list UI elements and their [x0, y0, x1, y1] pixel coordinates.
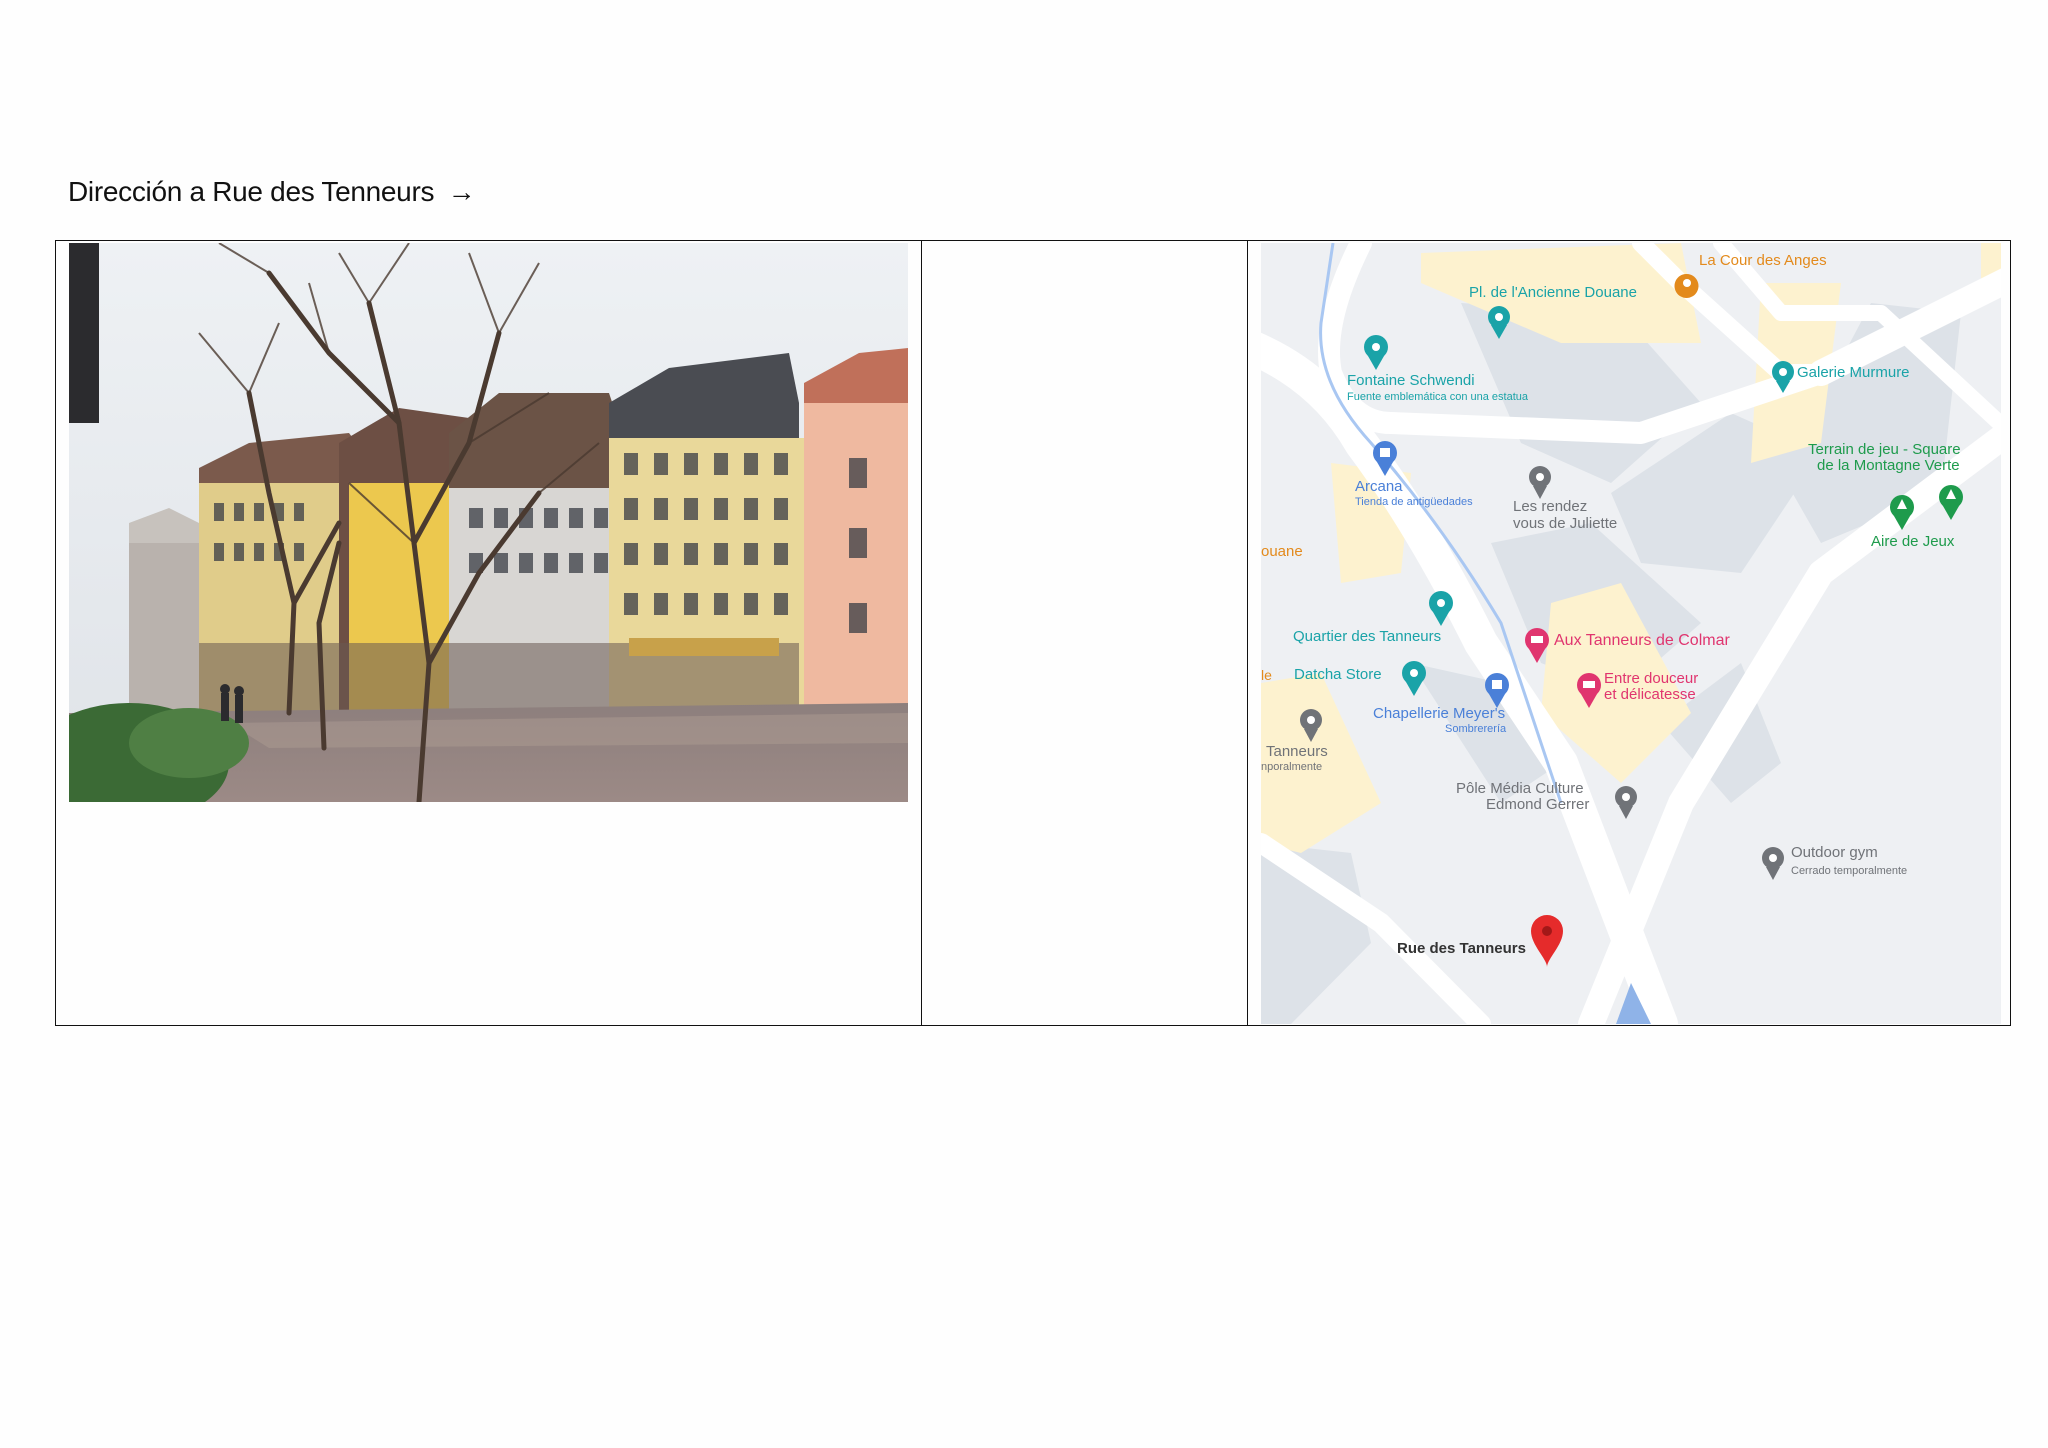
label-outdoor-gym: Outdoor gym [1791, 844, 1878, 861]
label-terrain-2: de la Montagne Verte [1817, 457, 1960, 474]
label-arcana-desc: Tienda de antigüedades [1355, 496, 1473, 508]
label-cour-des-anges: La Cour des Anges [1699, 252, 1827, 269]
label-rendez-2: vous de Juliette [1513, 515, 1617, 532]
label-tanneurs-cut-desc: nporalmente [1261, 761, 1322, 773]
arrow-right-icon: → [447, 176, 476, 207]
label-pole-1: Pôle Média Culture [1456, 780, 1584, 797]
label-outdoor-desc: Cerrado temporalmente [1791, 865, 1907, 877]
label-douane-cut: ouane [1261, 543, 1303, 560]
label-le-cut: le [1261, 667, 1272, 683]
label-rendez-1: Les rendez [1513, 498, 1587, 515]
heading-text: Dirección a Rue des Tenneurs [68, 176, 435, 207]
label-quartier: Quartier des Tanneurs [1293, 628, 1441, 645]
marker-cour-des-anges[interactable] [1674, 274, 1699, 298]
label-aire-de-jeux: Aire de Jeux [1871, 533, 1955, 550]
label-fontaine-schwendi: Fontaine Schwendi [1347, 372, 1475, 389]
table-divider-2 [1247, 241, 1248, 1025]
street-photo [69, 243, 908, 802]
table-divider-1 [921, 241, 922, 1025]
label-entre-1: Entre douceur [1604, 670, 1698, 687]
label-entre-2: et délicatesse [1604, 686, 1696, 703]
label-pl-ancienne-douane: Pl. de l'Ancienne Douane [1469, 284, 1637, 301]
label-fontaine-desc: Fuente emblemática con una estatua [1347, 391, 1529, 403]
map-canvas: La Cour des Anges Pl. de l'Ancienne Doua… [1261, 243, 2001, 1024]
label-datcha: Datcha Store [1294, 666, 1382, 683]
label-arcana: Arcana [1355, 478, 1403, 495]
map-view[interactable]: La Cour des Anges Pl. de l'Ancienne Doua… [1261, 243, 2001, 1024]
label-terrain-1: Terrain de jeu - Square [1808, 441, 1961, 458]
label-rue-des-tanneurs: Rue des Tanneurs [1397, 940, 1526, 957]
label-aux-tanneurs: Aux Tanneurs de Colmar [1554, 632, 1730, 649]
layout-table: La Cour des Anges Pl. de l'Ancienne Doua… [55, 240, 2011, 1026]
street-photo-illustration [69, 243, 908, 802]
label-chapellerie: Chapellerie Meyer's [1373, 705, 1505, 722]
label-pole-2: Edmond Gerrer [1486, 796, 1589, 813]
document-heading: Dirección a Rue des Tenneurs → [68, 176, 476, 208]
label-galerie-murmure: Galerie Murmure [1797, 364, 1910, 381]
label-tanneurs-cut: Tanneurs [1266, 743, 1328, 760]
label-chapellerie-desc: Sombrerería [1445, 723, 1507, 735]
